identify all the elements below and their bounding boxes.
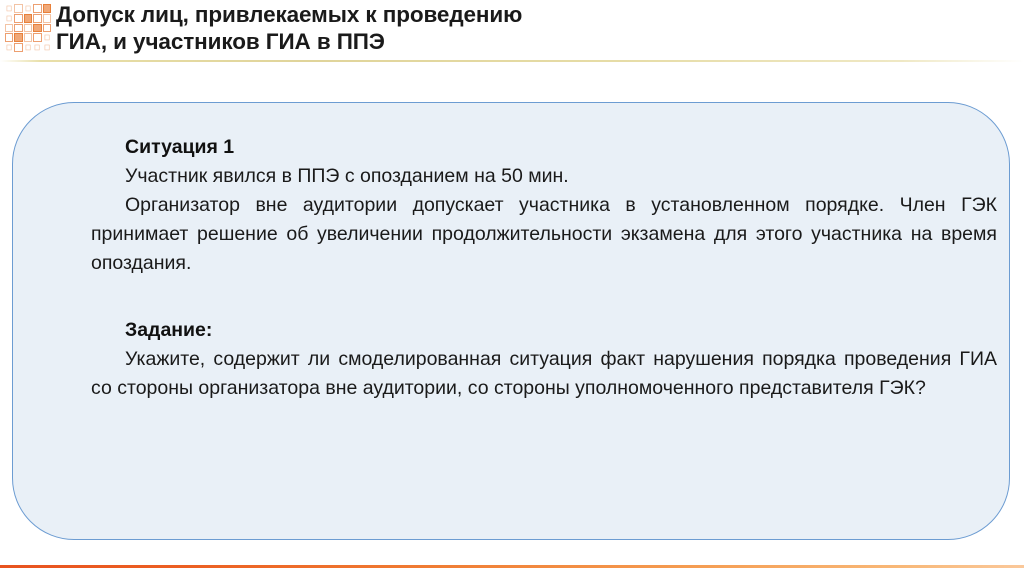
task-text-content: Укажите, содержит ли смоделированная сит…: [91, 348, 997, 399]
logo-cell: [14, 13, 23, 23]
logo-cell: [6, 5, 12, 12]
logo-cell: [33, 23, 42, 33]
logo-cell: [34, 44, 40, 51]
footer-accent-bar: [0, 565, 1024, 568]
page-title-line-1: Допуск лиц, привлекаемых к проведению: [56, 2, 523, 27]
situation-card: Ситуация 1 Участник явился в ППЭ с опозд…: [12, 102, 1010, 540]
situation-line-1-text: Участник явился в ППЭ с опозданием на 50…: [125, 165, 569, 187]
logo-cell: [14, 33, 23, 43]
task-heading: Задание:: [125, 319, 213, 341]
logo-cell: [42, 23, 51, 33]
logo-cell: [25, 5, 31, 12]
logo-cell: [23, 13, 33, 23]
logo-cell: [23, 33, 33, 43]
logo-cell: [23, 23, 33, 33]
orange-square-grid-logo: [5, 4, 51, 52]
logo-cell: [42, 4, 51, 13]
situation-line-1: Участник явился в ППЭ с опозданием на 50…: [91, 162, 997, 191]
slide-header: Допуск лиц, привлекаемых к проведению ГИ…: [0, 0, 1024, 62]
logo-cell: [42, 13, 51, 23]
page-title: Допуск лиц, привлекаемых к проведению ГИ…: [56, 1, 996, 55]
situation-card-body: Ситуация 1 Участник явился в ППЭ с опозд…: [91, 133, 997, 403]
situation-heading: Ситуация 1: [125, 136, 235, 158]
logo-cell: [6, 44, 12, 51]
logo-cell: [44, 44, 50, 51]
logo-cell: [14, 4, 23, 13]
task-text: Укажите, содержит ли смоделированная сит…: [91, 345, 997, 403]
logo-cell: [33, 33, 42, 43]
situation-line-2-text: Организатор вне аудитории допускает учас…: [91, 194, 997, 274]
logo-cell: [14, 43, 23, 52]
logo-cell: [25, 44, 31, 51]
logo-cell: [5, 33, 14, 43]
situation-line-2: Организатор вне аудитории допускает учас…: [91, 191, 997, 278]
logo-cell: [33, 4, 42, 13]
logo-cell: [14, 23, 23, 33]
logo-cell: [33, 13, 42, 23]
page-title-line-2: ГИА, и участников ГИА в ППЭ: [56, 29, 385, 54]
header-divider: [0, 60, 1024, 62]
logo-cell: [6, 15, 12, 21]
logo-cell: [5, 23, 14, 33]
logo-cell: [44, 35, 50, 41]
